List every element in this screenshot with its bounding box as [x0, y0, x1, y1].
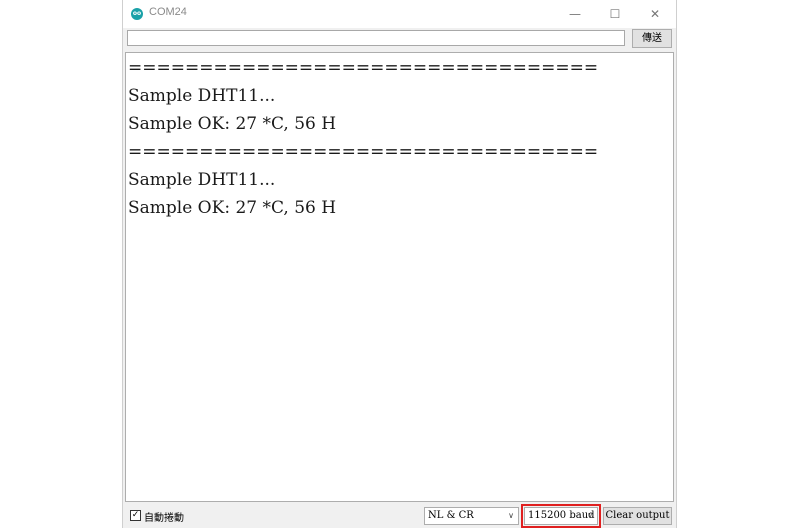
output-line: Sample DHT11... [128, 86, 276, 106]
autoscroll-label: 自動捲動 [144, 513, 184, 524]
title-bar[interactable]: oo COM24 — ☐ ✕ [123, 0, 676, 28]
baud-rate-value: 115200 baud [528, 510, 595, 521]
serial-monitor-window: oo COM24 — ☐ ✕ 傳送 ======================… [122, 0, 677, 528]
chevron-down-icon: ∨ [587, 511, 593, 520]
serial-output-area[interactable]: ================================= Sample… [125, 52, 674, 502]
output-line: Sample OK: 27 *C, 56 H [128, 198, 337, 218]
chevron-down-icon: ∨ [508, 511, 514, 520]
line-ending-select[interactable]: NL & CR ∨ [424, 507, 519, 525]
output-line: Sample OK: 27 *C, 56 H [128, 114, 337, 134]
minimize-button[interactable]: — [560, 4, 590, 24]
send-input[interactable] [127, 30, 625, 46]
arduino-logo-icon: oo [131, 8, 143, 20]
output-line: Sample DHT11... [128, 170, 276, 190]
window-title: COM24 [149, 6, 187, 18]
send-row: 傳送 [123, 28, 676, 50]
send-button[interactable]: 傳送 [632, 29, 672, 48]
autoscroll-checkbox[interactable]: ✓ [130, 510, 141, 521]
output-line: ================================= [128, 142, 599, 162]
close-button[interactable]: ✕ [640, 4, 670, 24]
clear-output-button[interactable]: Clear output [603, 507, 672, 525]
baud-rate-select[interactable]: 115200 baud ∨ [524, 507, 598, 525]
maximize-button[interactable]: ☐ [600, 4, 630, 24]
output-line: ================================= [128, 58, 599, 78]
line-ending-value: NL & CR [428, 510, 474, 521]
bottom-bar: ✓ 自動捲動 NL & CR ∨ 115200 baud ∨ Clear out… [123, 504, 676, 528]
